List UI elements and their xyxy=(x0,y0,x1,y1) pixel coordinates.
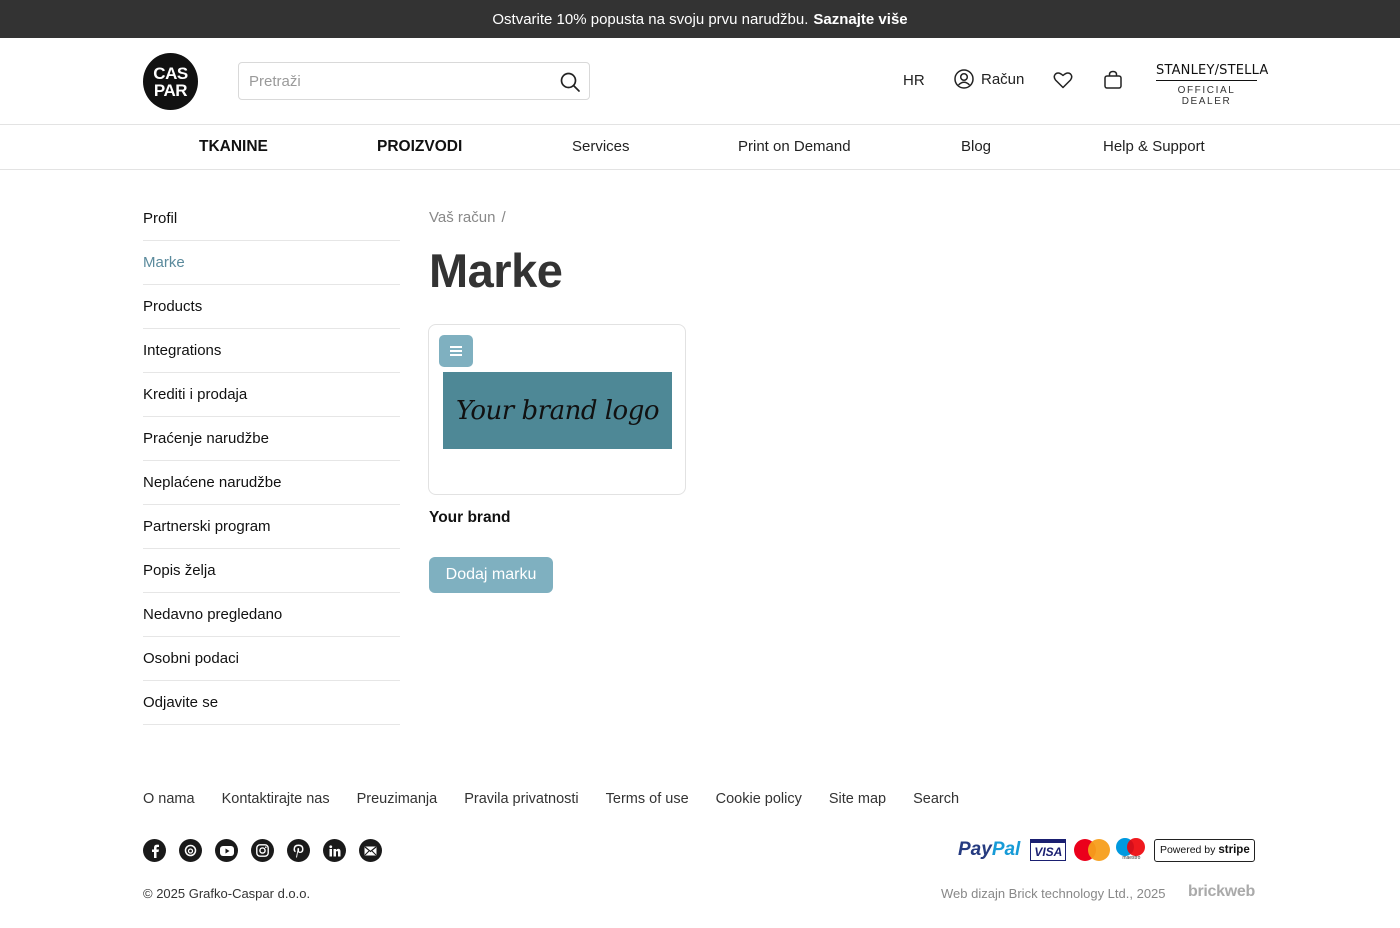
logo-line-2: PAR xyxy=(153,80,188,100)
footer-link-terms[interactable]: Terms of use xyxy=(606,791,689,807)
paypal-pal: Pal xyxy=(991,839,1021,860)
footer-link-o-nama[interactable]: O nama xyxy=(143,791,195,807)
breadcrumb: Vaš račun / xyxy=(429,209,506,226)
breadcrumb-separator: / xyxy=(501,209,506,226)
account-sidebar: Profil Marke Products Integrations Kredi… xyxy=(143,197,400,725)
brand-logo-text: Your brand logo xyxy=(456,395,660,426)
search-box xyxy=(238,62,590,100)
sidebar-item-neplacene[interactable]: Neplaćene narudžbe xyxy=(143,461,400,505)
sidebar-item-odjava[interactable]: Odjavite se xyxy=(143,681,400,725)
promo-link[interactable]: Saznajte više xyxy=(813,11,907,28)
account-link[interactable]: Račun xyxy=(954,69,1024,89)
sidebar-item-pracenje[interactable]: Praćenje narudžbe xyxy=(143,417,400,461)
sidebar-item-popis-zelja[interactable]: Popis želja xyxy=(143,549,400,593)
nav-blog[interactable]: Blog xyxy=(961,138,991,155)
caspar-logo[interactable]: CAS PAR xyxy=(143,53,198,110)
copyright-text: © 2025 Grafko-Caspar d.o.o. xyxy=(143,886,311,901)
language-selector[interactable]: HR xyxy=(903,72,925,89)
footer-link-privatnost[interactable]: Pravila privatnosti xyxy=(464,791,578,807)
header: CAS PAR HR Račun STANLEY/STELLA OFFICIAL… xyxy=(0,38,1400,125)
linkedin-icon[interactable] xyxy=(323,839,346,862)
sidebar-item-krediti[interactable]: Krediti i prodaja xyxy=(143,373,400,417)
footer-link-sitemap[interactable]: Site map xyxy=(829,791,886,807)
add-brand-button[interactable]: Dodaj marku xyxy=(429,557,553,593)
payment-methods: PayPal VISA maestro Powered by stripe xyxy=(958,838,1256,862)
footer-links: O nama Kontaktirajte nas Preuzimanja Pra… xyxy=(143,791,986,807)
social-icons xyxy=(143,839,395,862)
maestro-logo: maestro xyxy=(1116,838,1146,862)
sidebar-item-nedavno[interactable]: Nedavno pregledano xyxy=(143,593,400,637)
maestro-label: maestro xyxy=(1122,855,1141,861)
brand-logo-image: Your brand logo xyxy=(443,372,672,449)
stripe-prefix: Powered by xyxy=(1159,844,1216,856)
sidebar-item-integrations[interactable]: Integrations xyxy=(143,329,400,373)
brand-card: Your brand logo xyxy=(428,324,686,495)
user-icon xyxy=(954,69,974,89)
paypal-pay: Pay xyxy=(958,839,992,860)
instagram-icon[interactable] xyxy=(251,839,274,862)
mastercard-logo xyxy=(1074,839,1111,861)
footer-link-kontakt[interactable]: Kontaktirajte nas xyxy=(222,791,330,807)
nav-proizvodi[interactable]: PROIZVODI xyxy=(377,138,462,156)
sidebar-item-marke[interactable]: Marke xyxy=(143,241,400,285)
pinterest-icon[interactable] xyxy=(287,839,310,862)
wishlist-heart-icon[interactable] xyxy=(1053,71,1073,94)
dealer-brand: STANLEY/STELLA xyxy=(1156,63,1268,81)
promo-text: Ostvarite 10% popusta na svoju prvu naru… xyxy=(492,10,809,28)
brand-menu-button[interactable] xyxy=(439,335,473,367)
youtube-icon[interactable] xyxy=(215,839,238,862)
sidebar-item-profil[interactable]: Profil xyxy=(143,197,400,241)
main-nav: TKANINE PROIZVODI Services Print on Dema… xyxy=(0,125,1400,170)
brickweb-logo[interactable]: brickweb xyxy=(1188,883,1255,901)
sidebar-item-osobni[interactable]: Osobni podaci xyxy=(143,637,400,681)
footer-link-cookie[interactable]: Cookie policy xyxy=(716,791,802,807)
powered-by-stripe-badge: Powered by stripe xyxy=(1154,838,1256,862)
account-label: Račun xyxy=(981,70,1025,88)
hamburger-icon xyxy=(450,346,462,356)
footer-link-preuzimanja[interactable]: Preuzimanja xyxy=(357,791,438,807)
credit-text[interactable]: Web dizajn Brick technology Ltd., 2025 xyxy=(941,886,1166,901)
page-title: Marke xyxy=(429,244,563,297)
dealer-sub: OFFICIAL DEALER xyxy=(1177,85,1236,107)
footer-link-search[interactable]: Search xyxy=(913,791,959,807)
brand-name: Your brand xyxy=(429,509,511,526)
search-input[interactable] xyxy=(249,71,549,91)
email-icon[interactable] xyxy=(359,839,382,862)
paypal-logo: PayPal xyxy=(958,839,1020,861)
stripe-brand: stripe xyxy=(1218,844,1250,856)
sidebar-item-partnerski[interactable]: Partnerski program xyxy=(143,505,400,549)
promo-bar: Ostvarite 10% popusta na svoju prvu naru… xyxy=(0,0,1400,38)
logo-line-1: CAS xyxy=(153,63,188,83)
threads-icon[interactable] xyxy=(179,839,202,862)
search-icon[interactable] xyxy=(559,71,581,93)
facebook-icon[interactable] xyxy=(143,839,166,862)
breadcrumb-account-link[interactable]: Vaš račun xyxy=(429,209,495,226)
nav-tkanine[interactable]: TKANINE xyxy=(199,138,268,156)
sidebar-item-products[interactable]: Products xyxy=(143,285,400,329)
nav-print-on-demand[interactable]: Print on Demand xyxy=(738,138,851,155)
visa-logo: VISA xyxy=(1030,839,1067,861)
nav-services[interactable]: Services xyxy=(572,138,630,155)
cart-bag-icon[interactable] xyxy=(1103,70,1123,95)
stanley-stella-dealer-badge[interactable]: STANLEY/STELLA OFFICIAL DEALER xyxy=(1156,63,1268,107)
nav-help-support[interactable]: Help & Support xyxy=(1103,138,1205,155)
